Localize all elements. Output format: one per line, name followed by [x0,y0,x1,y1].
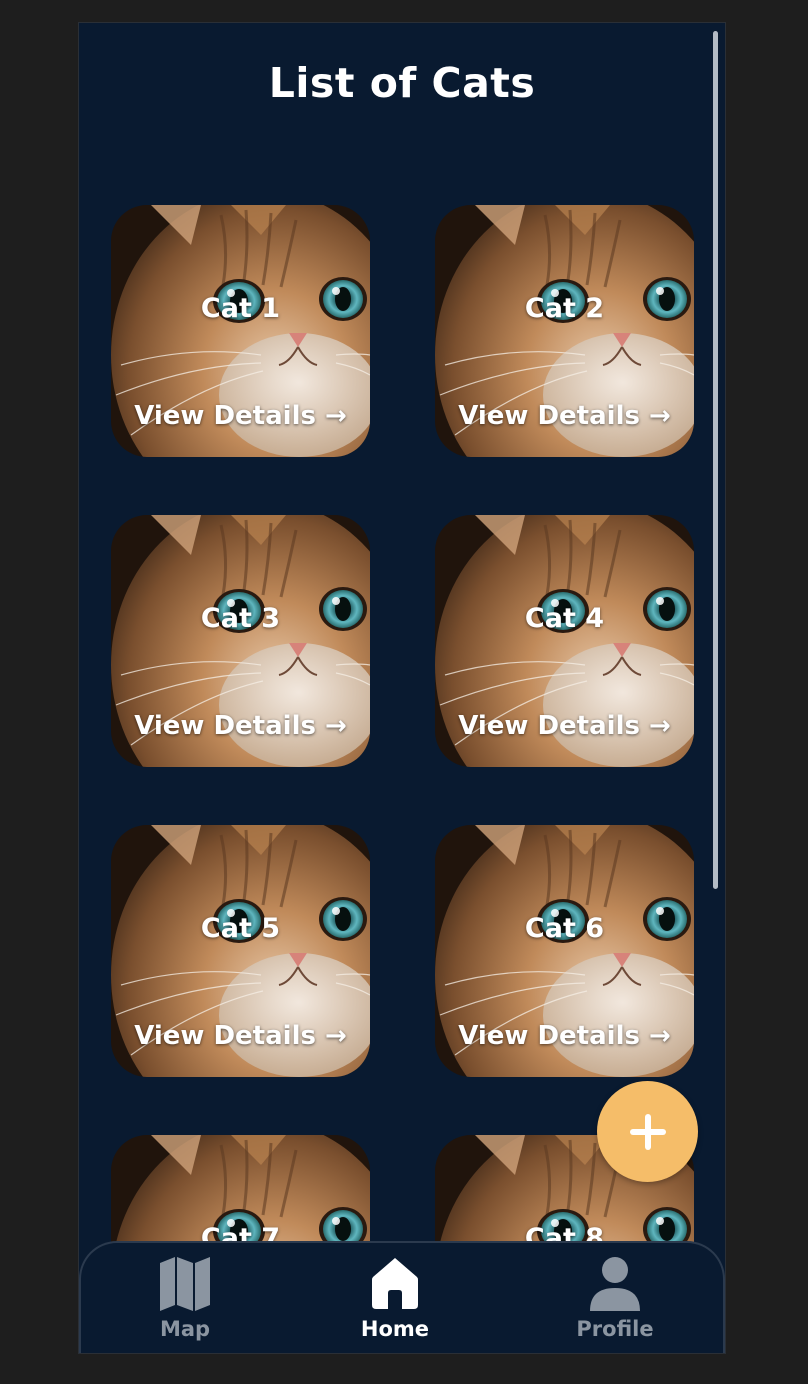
app-screen: List of Cats Cat 1 View Details → Cat 2 … [78,22,726,1354]
cat-name: Cat 1 [200,293,281,324]
view-details-link[interactable]: View Details → [111,1021,370,1051]
cat-card[interactable]: Cat 4 View Details → [435,515,694,767]
view-details-link[interactable]: View Details → [435,711,694,741]
cat-card[interactable]: Cat 1 View Details → [111,205,370,457]
page-title: List of Cats [268,59,536,107]
scrollbar[interactable] [713,31,718,889]
tab-home[interactable]: Home [315,1255,475,1351]
cat-card[interactable]: Cat 3 View Details → [111,515,370,767]
cat-card[interactable]: Cat 2 View Details → [435,205,694,457]
bottom-tab-bar: Map Home Profile [79,1241,725,1353]
view-details-link[interactable]: View Details → [435,401,694,431]
cat-card[interactable]: Cat 6 View Details → [435,825,694,1077]
tab-home-label: Home [360,1317,430,1341]
map-icon [160,1257,210,1311]
view-details-link[interactable]: View Details → [435,1021,694,1051]
home-icon [372,1258,418,1309]
add-cat-button[interactable] [597,1081,698,1182]
view-details-link[interactable]: View Details → [111,401,370,431]
tab-profile[interactable]: Profile [535,1255,695,1351]
tab-map-label: Map [159,1317,211,1341]
plus-icon [629,1113,666,1150]
cat-name: Cat 6 [524,913,605,944]
tab-profile-label: Profile [576,1317,654,1341]
cat-name: Cat 4 [524,603,605,634]
cat-card[interactable]: Cat 5 View Details → [111,825,370,1077]
cat-name: Cat 3 [200,603,281,634]
cat-name: Cat 2 [524,293,605,324]
view-details-link[interactable]: View Details → [111,711,370,741]
cat-name: Cat 5 [200,913,281,944]
person-icon [590,1257,640,1311]
tab-map[interactable]: Map [105,1255,265,1351]
